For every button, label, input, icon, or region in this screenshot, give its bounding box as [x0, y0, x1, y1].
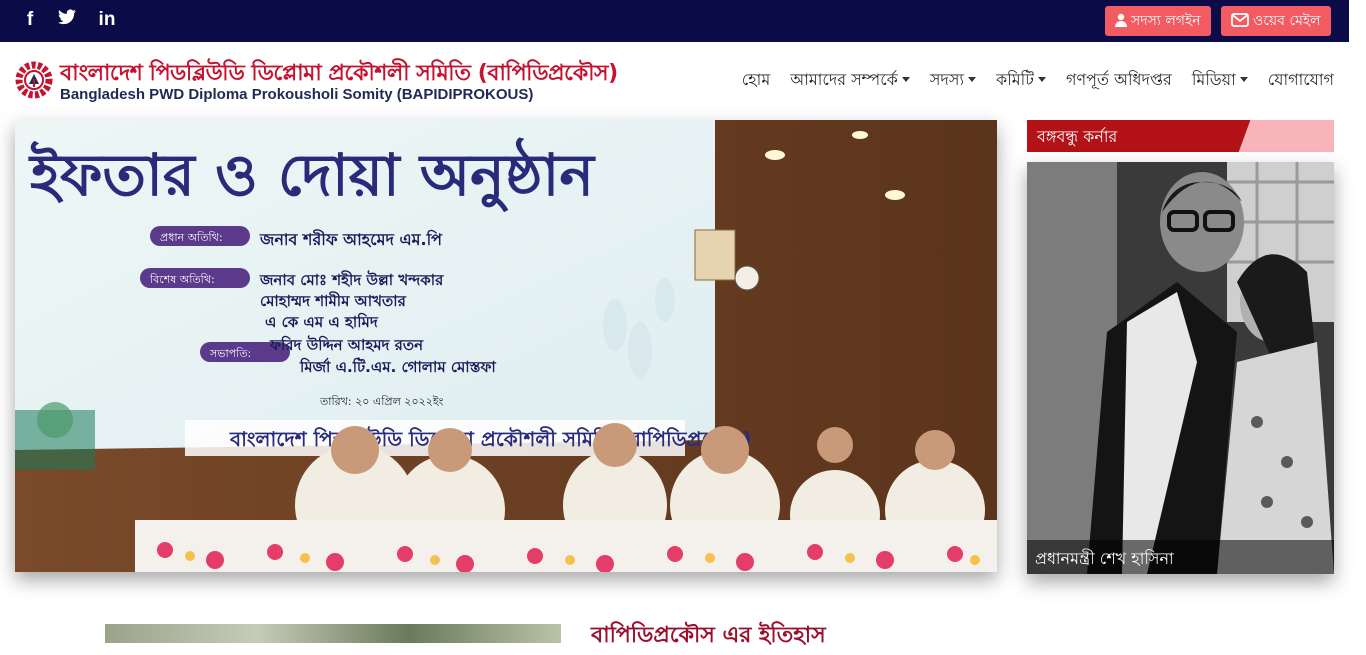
special-guest-label: বিশেষ অতিথি: [149, 273, 215, 286]
webmail-label: ওয়েব মেইল [1253, 13, 1321, 29]
caret-down-icon [1239, 77, 1248, 82]
special-guest-2: মোহাম্মদ শামীম আখতার [260, 291, 407, 310]
member-login-label: সদস্য লগইন [1131, 13, 1201, 29]
nav-item-about[interactable]: আমাদের সম্পর্কে [790, 67, 910, 93]
banner-title: ইফতার ও দোয়া অনুষ্ঠান [28, 138, 596, 213]
linkedin-icon[interactable]: in [97, 9, 117, 31]
caret-down-icon [901, 77, 910, 82]
nav-item-contact[interactable]: যোগাযোগ [1268, 67, 1334, 93]
facebook-icon[interactable]: f [20, 9, 40, 31]
top-bar: f in সদস্য লগইন ওয়েব মেইল [0, 0, 1349, 42]
main-nav: হোম আমাদের সম্পর্কে সদস্য কমিটি গণপূর্ত … [742, 67, 1334, 93]
member-login-button[interactable]: সদস্য লগইন [1105, 6, 1211, 36]
webmail-button[interactable]: ওয়েব মেইল [1221, 6, 1331, 36]
chair-name: মির্জা এ.টি.এম. গোলাম মোস্তফা [299, 357, 496, 376]
bangabandhu-photo[interactable]: প্রধানমন্ত্রী শেখ হাসিনা [1027, 162, 1334, 574]
special-guest-3: এ কে এম এ হামিদ [265, 312, 379, 331]
history-thumbnail[interactable] [105, 624, 561, 643]
nav-item-committee[interactable]: কমিটি [996, 67, 1046, 93]
emblem-icon [15, 61, 53, 99]
site-logo[interactable]: বাংলাদেশ পিডব্লিউডি ডিপ্লোমা প্রকৌশলী সম… [14, 53, 618, 107]
nav-item-media[interactable]: মিডিয়া [1192, 67, 1248, 93]
hero-slider[interactable]: প্রধান অতিথি: বিশেষ অতিথি: সভাপতি: ইফতার… [15, 120, 997, 572]
nav-item-home[interactable]: হোম [742, 67, 770, 93]
chair-label: সভাপতি: [209, 347, 251, 360]
special-guest-1: জনাব মোঃ শহীদ উল্লা খন্দকার [259, 270, 444, 289]
photo-caption: প্রধানমন্ত্রী শেখ হাসিনা [1027, 540, 1334, 574]
chief-guest-name: জনাব শরীফ আহমেদ এম.পি [259, 229, 443, 249]
caret-down-icon [968, 77, 977, 82]
chief-guest-label: প্রধান অতিথি: [160, 231, 223, 244]
special-guest-4: ফরিদ উদ্দিন আহমদ রতন [269, 335, 424, 354]
history-title[interactable]: বাপিডিপ্রকৌস এর ইতিহাস [591, 618, 826, 655]
caret-down-icon [1037, 77, 1046, 82]
event-date: তারিখ: ২০ এপ্রিল ২০২২ইং [319, 395, 444, 408]
sidebar-title: বঙ্গবন্ধু কর্নার [1037, 127, 1118, 146]
nav-item-members[interactable]: সদস্য [930, 67, 977, 93]
user-icon [1115, 13, 1127, 27]
logo-title-en: Bangladesh PWD Diploma Prokousholi Somit… [60, 86, 534, 103]
banner-org: বাংলাদেশ পিডব্লিউডি ডিপ্লোমা প্রকৌশলী সম… [229, 426, 752, 451]
portrait-photo [1027, 162, 1334, 574]
envelope-icon [1231, 13, 1249, 27]
event-photo: প্রধান অতিথি: বিশেষ অতিথি: সভাপতি: ইফতার… [15, 120, 997, 572]
twitter-icon[interactable] [57, 9, 77, 31]
nav-item-pwd[interactable]: গণপূর্ত অধিদপ্তর [1066, 67, 1172, 93]
sidebar-title-bar: বঙ্গবন্ধু কর্নার [1027, 120, 1334, 152]
